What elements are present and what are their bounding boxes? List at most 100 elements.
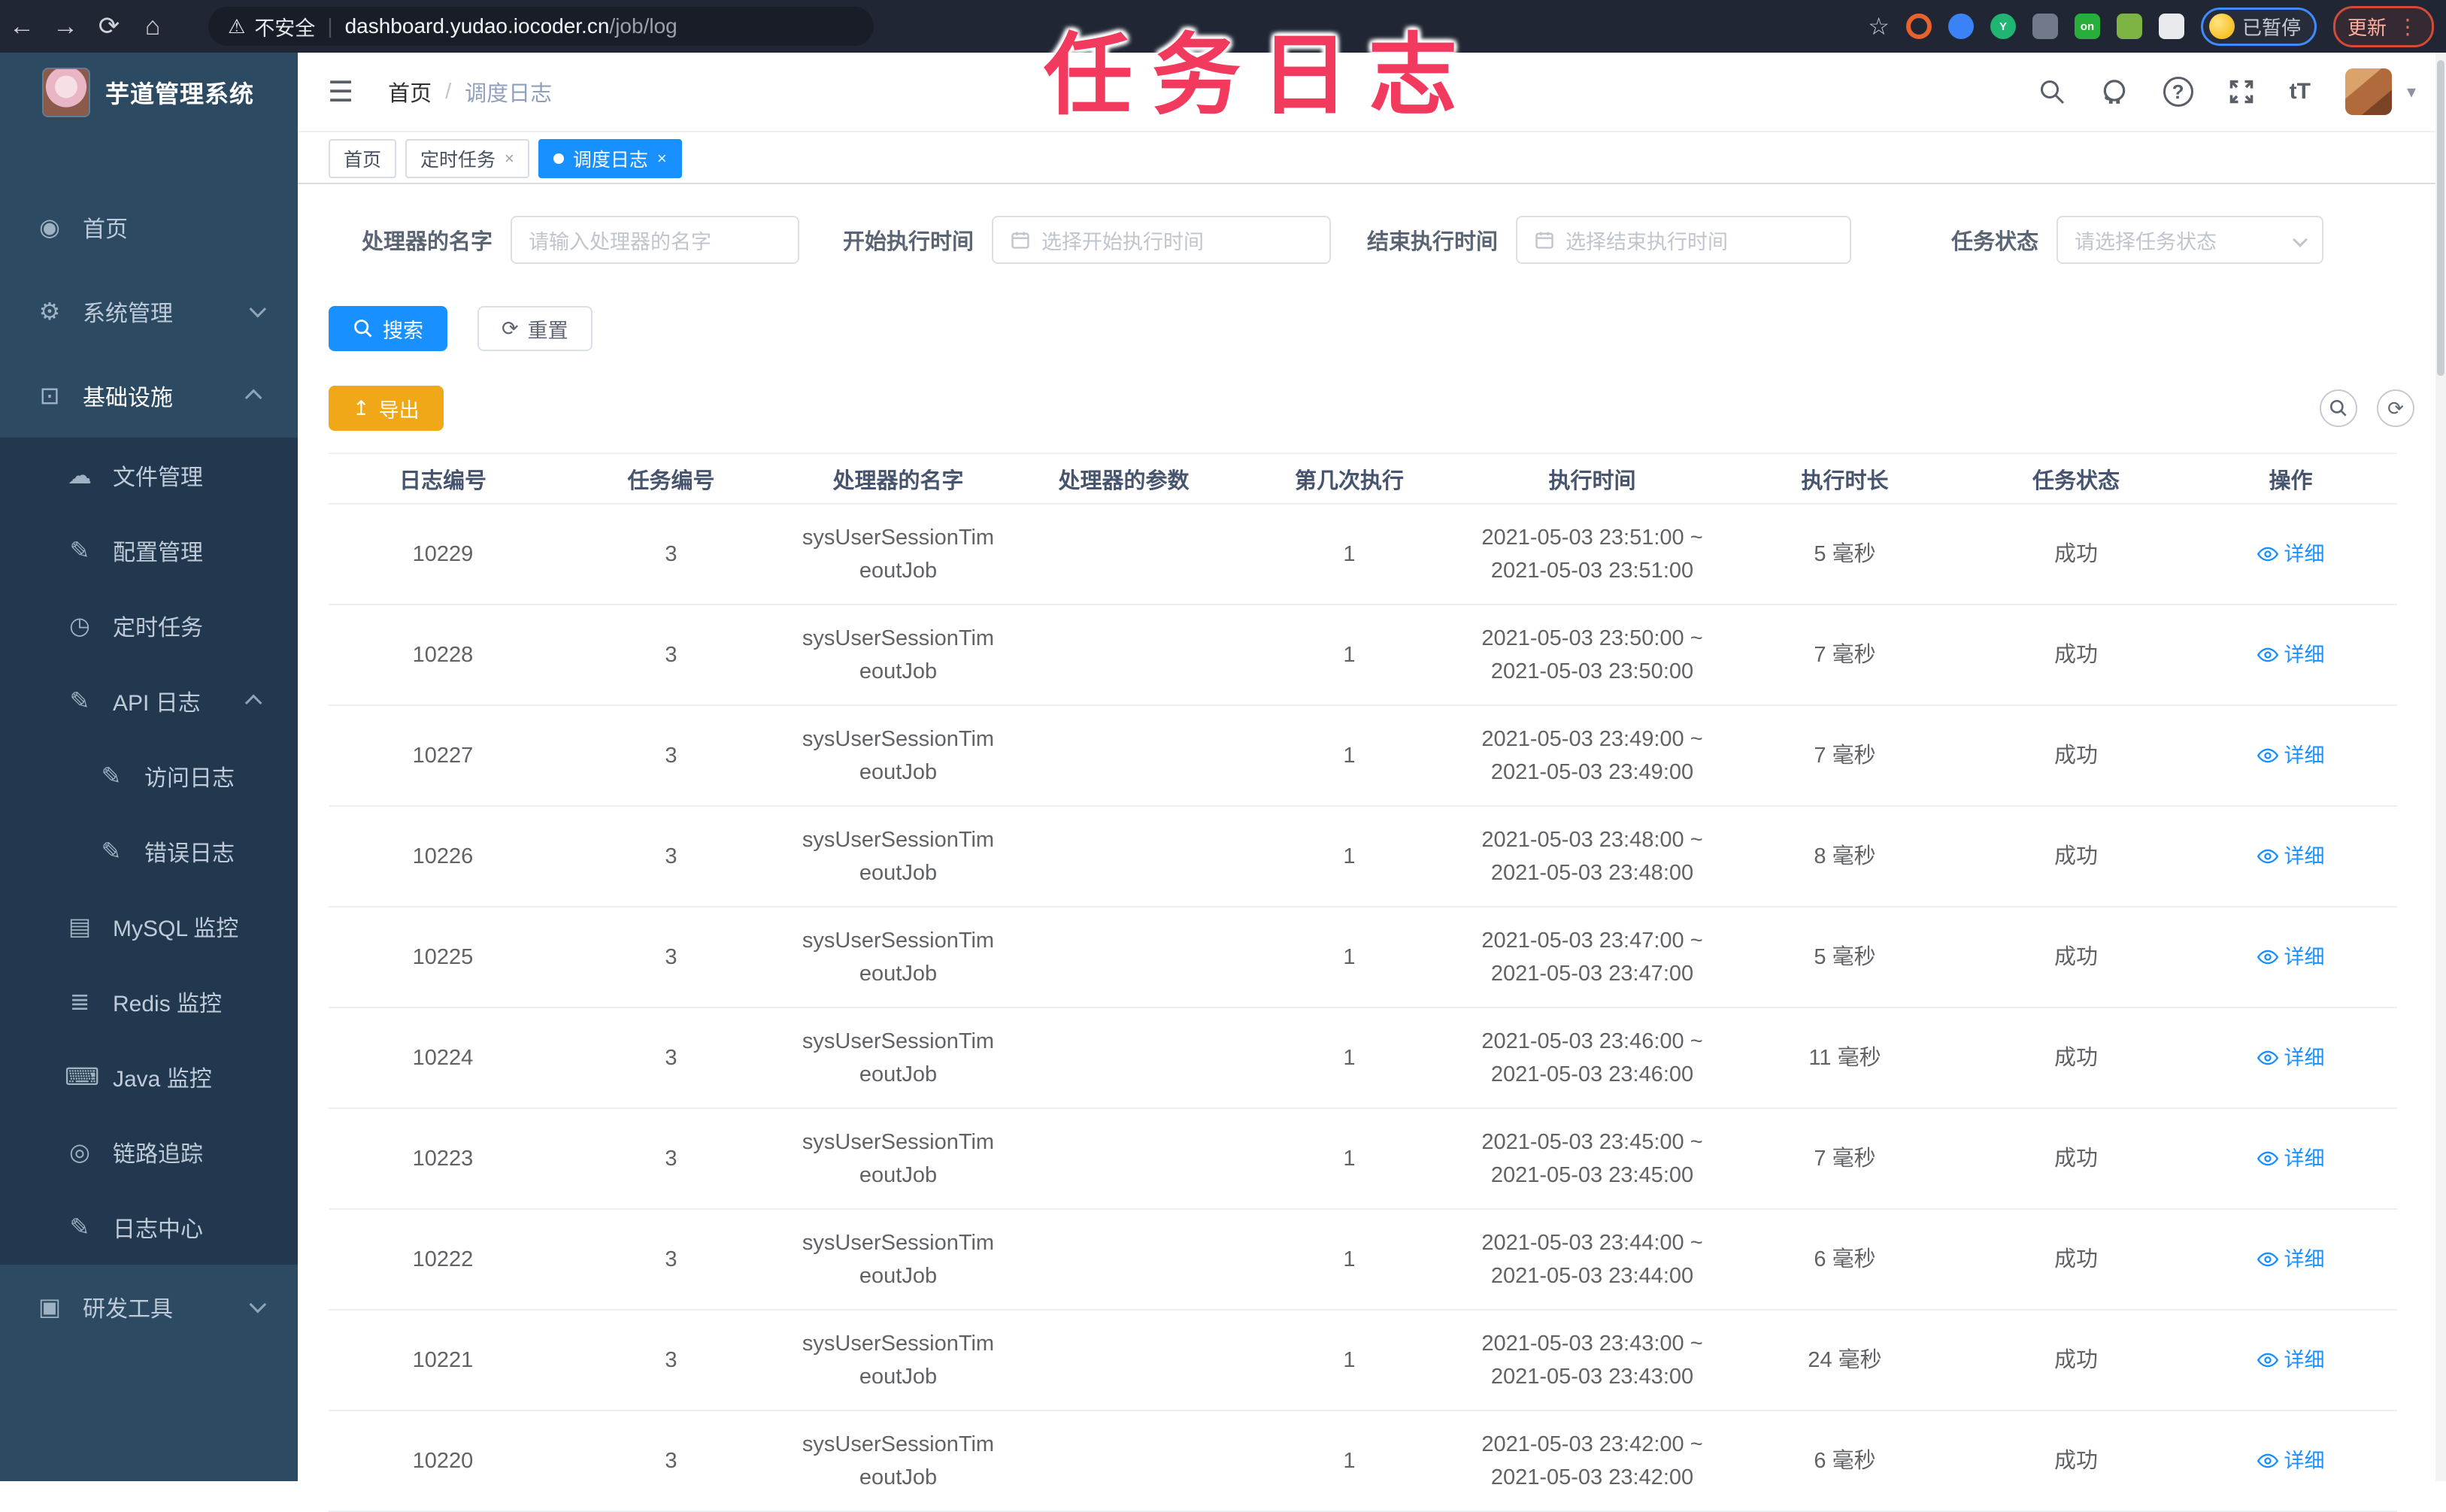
table-cell-actions: 详细 <box>2184 1410 2397 1512</box>
end-time-picker[interactable]: 选择结束执行时间 <box>1516 216 1851 264</box>
main-area: ☰ 首页 / 调度日志 ? tT ▾ 首页 定时任务 × 调度日志 × 处理器的名字 <box>298 53 2446 1512</box>
sidebar-item-访问日志[interactable]: ✎ 访问日志 <box>0 738 298 814</box>
sidebar-item-定时任务[interactable]: ◷ 定时任务 <box>0 588 298 663</box>
table-cell: 1 <box>1236 1410 1462 1512</box>
detail-link[interactable]: 详细 <box>2257 1243 2325 1276</box>
tab-首页[interactable]: 首页 <box>329 139 397 178</box>
table-cell: 1 <box>1236 705 1462 807</box>
start-time-picker[interactable]: 选择开始执行时间 <box>992 216 1331 264</box>
reload-icon[interactable]: ⟳ <box>87 11 131 41</box>
bookmark-star-icon[interactable]: ☆ <box>1868 12 1890 41</box>
sidebar-item-链路追踪[interactable]: ◎ 链路追踪 <box>0 1114 298 1189</box>
refresh-table-button[interactable]: ⟳ <box>2377 389 2414 427</box>
sidebar-item-Redis-监控[interactable]: ≣ Redis 监控 <box>0 964 298 1039</box>
extension-blue-drop-icon[interactable] <box>1947 14 1974 39</box>
eye-icon <box>2257 1151 2278 1165</box>
scrollbar-thumb[interactable] <box>2437 60 2444 376</box>
table-cell: 2021-05-03 23:47:00 ~2021-05-03 23:47:00 <box>1462 907 1722 1008</box>
table-cell: 3 <box>557 1209 785 1311</box>
sidebar-item-MySQL-监控[interactable]: ▤ MySQL 监控 <box>0 889 298 964</box>
detail-link[interactable]: 详细 <box>2257 1142 2325 1175</box>
table-cell: 3 <box>557 1108 785 1210</box>
detail-link[interactable]: 详细 <box>2257 739 2325 772</box>
filter-form: 处理器的名字 请输入处理器的名字 开始执行时间 选择开始执行时间 结束执行时间 … <box>298 216 2446 264</box>
handler-name-placeholder: 请输入处理器的名字 <box>529 230 711 253</box>
sidebar-item-基础设施[interactable]: ⊡ 基础设施 <box>0 353 298 438</box>
detail-link[interactable]: 详细 <box>2257 941 2325 974</box>
eye-icon <box>2257 647 2278 662</box>
detail-link[interactable]: 详细 <box>2257 1444 2325 1477</box>
eye-icon <box>2257 1252 2278 1266</box>
sidebar-item-研发工具[interactable]: ▣ 研发工具 <box>0 1265 298 1349</box>
sidebar-item-label: 日志中心 <box>113 1217 203 1242</box>
detail-link[interactable]: 详细 <box>2257 1344 2325 1377</box>
edit-icon: ✎ <box>101 838 122 865</box>
paused-extension-badge[interactable]: 已暂停 <box>2200 7 2317 46</box>
help-icon[interactable]: ? <box>2163 77 2193 107</box>
home-icon[interactable]: ⌂ <box>131 12 174 41</box>
table-cell-actions: 详细 <box>2184 705 2397 807</box>
url-host: dashboard.yudao.iocoder.cn <box>344 14 610 38</box>
extension-green-y-icon[interactable]: Y <box>1990 14 2016 39</box>
page-scrollbar[interactable] <box>2435 53 2446 1481</box>
github-icon[interactable] <box>2100 77 2129 106</box>
extension-leaf-icon[interactable] <box>2116 14 2142 39</box>
fullscreen-icon[interactable] <box>2228 78 2255 105</box>
address-bar[interactable]: ⚠ 不安全 | dashboard.yudao.iocoder.cn/job/l… <box>208 7 874 46</box>
sidebar-item-配置管理[interactable]: ✎ 配置管理 <box>0 513 298 588</box>
eye-icon <box>2257 950 2278 964</box>
search-button[interactable]: 搜索 <box>329 306 447 351</box>
table-cell: 3 <box>557 604 785 706</box>
table-cell: 10222 <box>329 1209 557 1311</box>
toggle-search-button[interactable] <box>2320 389 2357 427</box>
sidebar-item-日志中心[interactable]: ✎ 日志中心 <box>0 1189 298 1265</box>
table-cell: 11 毫秒 <box>1722 1007 1968 1109</box>
back-icon[interactable]: ← <box>0 12 44 41</box>
tab-label: 定时任务 <box>420 150 496 171</box>
detail-link[interactable]: 详细 <box>2257 1041 2325 1074</box>
table-cell-actions: 详细 <box>2184 604 2397 706</box>
table-cell: 成功 <box>1968 504 2184 605</box>
hamburger-icon[interactable]: ☰ <box>328 75 353 109</box>
insecure-warning-icon[interactable]: ⚠ <box>228 15 245 38</box>
app-logo[interactable]: 芋道管理系统 <box>0 53 298 132</box>
table-row: 10226 3 sysUserSessionTim eoutJob 1 2021-05-0… <box>329 806 2397 908</box>
sidebar-item-系统管理[interactable]: ⚙ 系统管理 <box>0 269 298 353</box>
search-icon[interactable] <box>2038 78 2066 105</box>
user-avatar[interactable] <box>2344 68 2392 115</box>
detail-link[interactable]: 详细 <box>2257 840 2325 873</box>
handler-name-input[interactable]: 请输入处理器的名字 <box>511 216 799 264</box>
close-tab-icon[interactable]: × <box>657 149 667 168</box>
sidebar-item-Java-监控[interactable]: ⌨ Java 监控 <box>0 1039 298 1114</box>
browser-menu-icon[interactable]: ⋮ <box>2397 14 2420 39</box>
security-label: 不安全 <box>254 17 316 40</box>
table-cell <box>1011 604 1236 706</box>
extension-grid-icon[interactable] <box>2032 14 2058 39</box>
sidebar-item-API-日志[interactable]: ✎ API 日志 <box>0 663 298 738</box>
export-button[interactable]: ↥ 导出 <box>329 386 444 431</box>
column-header: 执行时长 <box>1722 453 1968 505</box>
table-cell: 1 <box>1236 806 1462 908</box>
task-status-select[interactable]: 请选择任务状态 <box>2057 216 2323 264</box>
tab-定时任务[interactable]: 定时任务 × <box>405 139 529 178</box>
sidebar-item-首页[interactable]: ◉ 首页 <box>0 185 298 269</box>
extension-orange-ring-icon[interactable] <box>1905 14 1932 39</box>
font-size-icon[interactable]: tT <box>2290 79 2311 105</box>
java-monitor-icon: ⌨ <box>65 1063 100 1090</box>
user-menu-caret-icon[interactable]: ▾ <box>2407 81 2416 103</box>
detail-link[interactable]: 详细 <box>2257 638 2325 671</box>
extension-on-badge-icon[interactable]: on <box>2074 14 2100 39</box>
forward-icon[interactable]: → <box>44 12 87 41</box>
extension-puzzle-icon[interactable] <box>2158 14 2184 39</box>
detail-link[interactable]: 详细 <box>2257 538 2325 571</box>
reset-button[interactable]: ⟳ 重置 <box>477 306 593 351</box>
table-cell: 2021-05-03 23:43:00 ~2021-05-03 23:43:00 <box>1462 1310 1722 1411</box>
close-tab-icon[interactable]: × <box>505 149 514 168</box>
breadcrumb-home[interactable]: 首页 <box>388 76 432 108</box>
sidebar-item-错误日志[interactable]: ✎ 错误日志 <box>0 814 298 889</box>
browser-update-button[interactable]: 更新 ⋮ <box>2332 5 2434 47</box>
column-header: 任务编号 <box>557 453 785 505</box>
sidebar-item-label: Java 监控 <box>113 1067 212 1092</box>
sidebar-item-文件管理[interactable]: ☁ 文件管理 <box>0 438 298 513</box>
tab-调度日志[interactable]: 调度日志 × <box>538 139 682 178</box>
